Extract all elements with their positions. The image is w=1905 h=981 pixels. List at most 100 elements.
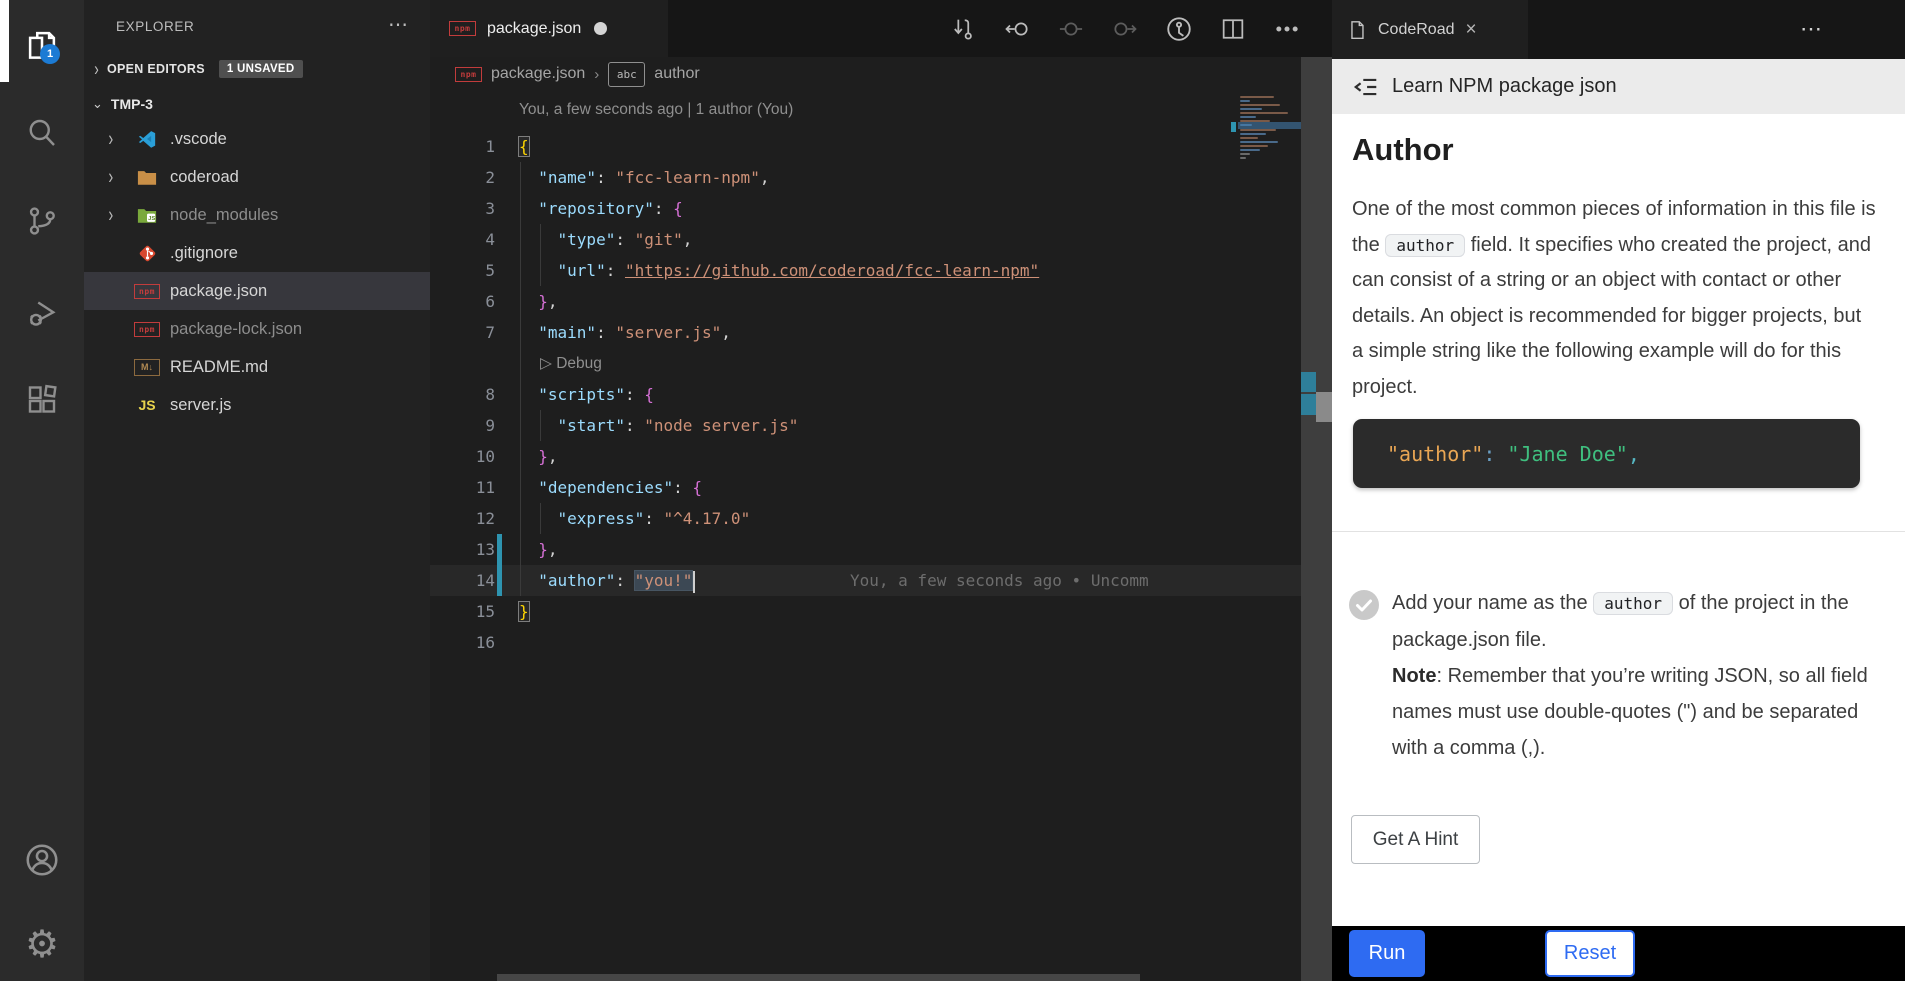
- next-change-icon[interactable]: [1110, 14, 1140, 44]
- extensions-icon[interactable]: [0, 364, 84, 438]
- file-tree-item-.gitignore[interactable]: .gitignore: [84, 234, 430, 272]
- code-line-13[interactable]: 13 },: [430, 534, 1301, 565]
- minimap-line: [1240, 96, 1274, 98]
- indent-guide: [520, 162, 521, 596]
- source-control-icon[interactable]: [0, 184, 84, 258]
- minimap[interactable]: [1238, 96, 1298, 182]
- menu-collapse-icon[interactable]: [1353, 74, 1379, 100]
- token: "start": [558, 416, 625, 435]
- file-label: .vscode: [170, 130, 227, 149]
- npm-icon: npm: [134, 318, 160, 340]
- line-number: 11: [430, 472, 495, 503]
- minimap-modified-marker: [1231, 122, 1236, 132]
- code-line-8[interactable]: 8 "scripts": {: [430, 379, 1301, 410]
- token: [519, 292, 538, 311]
- token: ,: [760, 168, 770, 187]
- token: [519, 385, 538, 404]
- change-node-icon[interactable]: [1056, 14, 1086, 44]
- code-line-1[interactable]: 1{: [430, 131, 1301, 162]
- vertical-scrollbar[interactable]: [1301, 57, 1332, 981]
- line-number: 13: [430, 534, 495, 565]
- unsaved-dot-icon[interactable]: [594, 22, 607, 35]
- search-icon[interactable]: [0, 96, 84, 170]
- run-view-icon[interactable]: [1164, 14, 1194, 44]
- file-label: package-lock.json: [170, 320, 302, 339]
- code-line-2[interactable]: 2 "name": "fcc-learn-npm",: [430, 162, 1301, 193]
- code-line-7[interactable]: 7 "main": "server.js",: [430, 317, 1301, 348]
- line-number: 15: [430, 596, 495, 627]
- overview-modified-marker: [1301, 394, 1316, 415]
- tab-coderoad[interactable]: CodeRoad ×: [1332, 0, 1528, 59]
- code-line-14[interactable]: 14 "author": "you!"You, a few seconds ag…: [430, 565, 1301, 596]
- token: "repository": [538, 199, 654, 218]
- code-line-3[interactable]: 3 "repository": {: [430, 193, 1301, 224]
- token: [519, 323, 538, 342]
- compare-changes-icon[interactable]: [948, 14, 978, 44]
- token: "Jane Doe": [1507, 442, 1627, 466]
- run-debug-icon[interactable]: [0, 276, 84, 350]
- coderoad-tab-label: CodeRoad: [1378, 21, 1455, 39]
- accounts-icon[interactable]: [0, 823, 84, 897]
- explorer-icon[interactable]: 1: [0, 8, 84, 82]
- codelens-authors[interactable]: You, a few seconds ago | 1 author (You): [519, 101, 793, 119]
- line-number: 2: [430, 162, 495, 193]
- close-icon[interactable]: ×: [1466, 19, 1477, 41]
- previous-change-icon[interactable]: [1002, 14, 1032, 44]
- file-label: README.md: [170, 358, 268, 377]
- file-tree-item-package-lock.json[interactable]: npm package-lock.json: [84, 310, 430, 348]
- file-label: coderoad: [170, 168, 239, 187]
- codelens-debug-label[interactable]: ▷ Debug: [540, 348, 602, 379]
- token: :: [1483, 442, 1507, 466]
- file-tree-item-node_modules[interactable]: ›JSnode_modules: [84, 196, 430, 234]
- inline-code-chip: author: [1385, 234, 1465, 257]
- token: :: [596, 168, 615, 187]
- get-a-hint-button[interactable]: Get A Hint: [1351, 815, 1480, 864]
- token: "dependencies": [538, 478, 673, 497]
- token: "name": [538, 168, 596, 187]
- file-tree-item-server.js[interactable]: JSserver.js: [84, 386, 430, 424]
- chevron-right-icon: ›: [108, 127, 113, 152]
- reset-button[interactable]: Reset: [1545, 930, 1635, 977]
- file-tree-item-README.md[interactable]: M↓README.md: [84, 348, 430, 386]
- coderoad-more-icon[interactable]: ⋯: [1800, 16, 1822, 42]
- line-number: 7: [430, 317, 495, 348]
- tab-package-json[interactable]: npm package.json: [430, 0, 668, 57]
- run-button[interactable]: Run: [1349, 930, 1425, 977]
- breadcrumb[interactable]: npm package.json › abc author: [455, 59, 700, 89]
- line-number: 8: [430, 379, 495, 410]
- token: [519, 230, 558, 249]
- section-title: Author: [1352, 132, 1454, 168]
- code-line-4[interactable]: 4 "type": "git",: [430, 224, 1301, 255]
- code-line-15[interactable]: 15}: [430, 596, 1301, 627]
- token: }: [519, 602, 529, 621]
- codelens-debug[interactable]: ▷ Debug: [430, 348, 1301, 379]
- code-line-9[interactable]: 9 "start": "node server.js": [430, 410, 1301, 441]
- overview-modified-marker: [1301, 372, 1316, 392]
- breadcrumb-symbol[interactable]: author: [654, 65, 699, 83]
- editor-more-icon[interactable]: [1272, 14, 1302, 44]
- file-label: .gitignore: [170, 244, 238, 263]
- indent-guide: [540, 503, 541, 534]
- code-line-5[interactable]: 5 "url": "https://github.com/coderoad/fc…: [430, 255, 1301, 286]
- code-line-11[interactable]: 11 "dependencies": {: [430, 472, 1301, 503]
- split-editor-icon[interactable]: [1218, 14, 1248, 44]
- breadcrumb-file[interactable]: package.json: [491, 65, 585, 83]
- token: {: [644, 385, 654, 404]
- code-line-10[interactable]: 10 },: [430, 441, 1301, 472]
- file-tree-item-.vscode[interactable]: › .vscode: [84, 120, 430, 158]
- file-tree-item-coderoad[interactable]: ›coderoad: [84, 158, 430, 196]
- token: [519, 199, 538, 218]
- chevron-right-icon: ›: [108, 203, 113, 228]
- indent-guide: [540, 410, 541, 441]
- section-paragraph: One of the most common pieces of informa…: [1352, 192, 1876, 405]
- file-tree-item-package.json[interactable]: npmpackage.json: [84, 272, 430, 310]
- settings-gear-icon[interactable]: ⚙: [0, 908, 84, 981]
- code-line-12[interactable]: 12 "express": "^4.17.0": [430, 503, 1301, 534]
- code-line-16[interactable]: 16: [430, 627, 1301, 658]
- horizontal-scrollbar[interactable]: [497, 974, 1140, 981]
- npm-icon: npm: [455, 67, 482, 82]
- code-line-6[interactable]: 6 },: [430, 286, 1301, 317]
- coderoad-header: Learn NPM package json: [1332, 59, 1905, 114]
- token: "express": [558, 509, 645, 528]
- scrollbar-slider[interactable]: [1316, 392, 1332, 422]
